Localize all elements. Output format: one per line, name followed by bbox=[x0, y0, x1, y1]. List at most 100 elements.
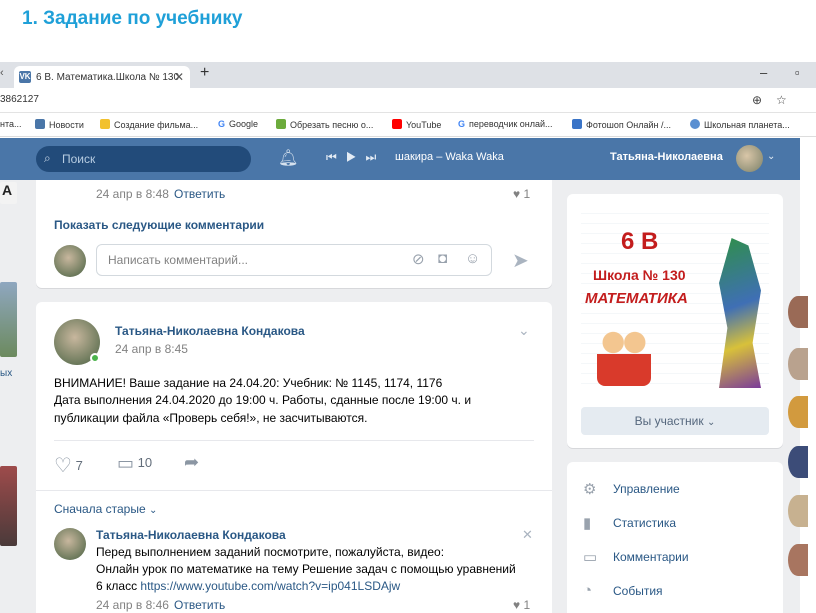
search-icon: ⌕ bbox=[44, 151, 51, 165]
player-controls[interactable]: ⏮︎▶︎⏭︎ bbox=[326, 150, 385, 165]
maximize-icon[interactable]: ▫ bbox=[795, 65, 800, 80]
show-more-comments-link[interactable]: Показать следующие комментарии bbox=[54, 218, 264, 232]
left-thumb-label: A bbox=[0, 182, 17, 204]
like-button[interactable]: ♡ 7 bbox=[54, 453, 83, 478]
cover-subject-label: МАТЕМАТИКА bbox=[585, 290, 688, 307]
comments-button[interactable]: ▭ 10 bbox=[117, 453, 152, 474]
attach-icon[interactable]: ⊘ bbox=[412, 250, 425, 268]
bookmark-item[interactable]: YouTube bbox=[392, 119, 441, 130]
film-icon bbox=[100, 119, 110, 129]
bookmark-item[interactable]: Новости bbox=[35, 119, 84, 130]
now-playing-track[interactable]: шакира – Waka Waka bbox=[395, 151, 504, 163]
bookmark-item[interactable]: G Google bbox=[218, 119, 258, 129]
share-icon[interactable]: ➦ bbox=[184, 452, 199, 473]
member-button[interactable]: Вы участник ⌄ bbox=[581, 407, 769, 435]
tab-scroll-left-icon[interactable]: ‹ bbox=[0, 67, 4, 79]
bookmark-item[interactable]: Фотошоп Онлайн /... bbox=[572, 119, 671, 130]
post-author[interactable]: Татьяна-Николаевна Кондакова bbox=[115, 324, 305, 338]
comment-author-avatar[interactable] bbox=[54, 528, 86, 560]
browser-tab[interactable]: VK 6 В. Математика.Школа № 130 ✕ bbox=[14, 66, 190, 88]
google-icon: G bbox=[218, 119, 226, 129]
photoshop-icon bbox=[572, 119, 582, 129]
friend-avatar[interactable] bbox=[788, 446, 808, 478]
post-date[interactable]: 24 апр в 8:45 bbox=[115, 342, 188, 356]
bookmark-item[interactable]: Школьная планета... bbox=[690, 119, 790, 130]
reply-link[interactable]: Ответить bbox=[174, 598, 225, 612]
comment-like-button[interactable]: ♥ 1 bbox=[513, 187, 530, 201]
minimize-icon[interactable]: – bbox=[760, 65, 767, 80]
comment-date: 24 апр в 8:48 bbox=[96, 187, 169, 201]
left-link-fragment[interactable]: ых bbox=[0, 368, 12, 379]
youtube-icon bbox=[392, 119, 402, 129]
community-cover-image[interactable]: 6 В Школа № 130 МАТЕМАТИКА bbox=[581, 208, 769, 393]
bookmark-item[interactable]: Обрезать песню о... bbox=[276, 119, 373, 130]
bookmark-star-icon[interactable]: ☆ bbox=[776, 93, 787, 107]
menu-item-label[interactable]: События bbox=[613, 584, 663, 598]
close-icon[interactable]: ✕ bbox=[522, 527, 533, 543]
bookmarks-bar: нта... Новости Создание фильма... G Googl… bbox=[0, 113, 816, 137]
google-icon: G bbox=[458, 119, 466, 129]
new-tab-icon[interactable]: + bbox=[200, 64, 209, 82]
friend-avatar[interactable] bbox=[788, 296, 808, 328]
next-track-icon[interactable]: ⏭︎ bbox=[366, 150, 386, 164]
left-thumb-image[interactable] bbox=[0, 466, 17, 546]
cover-school-label: Школа № 130 bbox=[593, 267, 686, 283]
chevron-down-icon: ⌄ bbox=[706, 417, 716, 428]
search-input[interactable]: ⌕ Поиск bbox=[36, 146, 251, 172]
chevron-down-icon[interactable]: ⌄ bbox=[767, 151, 775, 162]
youtube-link[interactable]: https://www.youtube.com/watch?v=ip041LSD… bbox=[140, 579, 400, 593]
slide-title: 1. Задание по учебнику bbox=[22, 8, 243, 29]
user-name[interactable]: Татьяна-Николаевна bbox=[610, 151, 723, 163]
comment-icon: ▭ bbox=[583, 549, 598, 566]
emoji-icon[interactable]: ☺︎ bbox=[465, 250, 480, 267]
bell-icon[interactable]: 🔔︎ bbox=[278, 148, 298, 168]
menu-item-label[interactable]: Управление bbox=[613, 482, 680, 496]
friend-avatar[interactable] bbox=[788, 544, 808, 576]
sort-comments-dropdown[interactable]: Сначала старые ⌄ bbox=[54, 502, 157, 516]
comment-input[interactable]: Написать комментарий... ⊘ ◘ ☺︎ bbox=[96, 244, 492, 276]
tab-title: 6 В. Математика.Школа № 130 bbox=[36, 72, 180, 83]
menu-item-events[interactable]: ◔ bbox=[583, 582, 592, 600]
comment-author[interactable]: Татьяна-Николаевна Кондакова bbox=[96, 528, 286, 542]
events-icon: ◔ bbox=[583, 582, 593, 599]
url-text[interactable]: 3862127 bbox=[0, 94, 39, 105]
heart-icon: ♥ bbox=[513, 187, 521, 201]
bookmark-item[interactable]: Gпереводчик онлай... bbox=[458, 119, 553, 129]
post-menu-chevron-icon[interactable]: ⌄ bbox=[518, 322, 530, 339]
menu-item-stats[interactable]: ▮ bbox=[583, 514, 591, 533]
friend-avatar[interactable] bbox=[788, 495, 808, 527]
user-avatar[interactable] bbox=[736, 145, 763, 172]
planet-icon bbox=[690, 119, 700, 129]
bookmark-item[interactable]: Создание фильма... bbox=[100, 119, 198, 130]
comment-text-line: Перед выполнением заданий посмотрите, по… bbox=[96, 545, 445, 559]
community-menu-card: ⚙︎ Управление ▮ Статистика ▭ Комментарии… bbox=[567, 462, 783, 613]
previous-track-icon[interactable]: ⏮︎ bbox=[326, 150, 346, 164]
menu-item-label[interactable]: Комментарии bbox=[613, 550, 689, 564]
bookmark-item[interactable]: нта... bbox=[0, 119, 22, 129]
kids-illustration bbox=[597, 328, 651, 386]
community-cover-card: 6 В Школа № 130 МАТЕМАТИКА Вы участник ⌄ bbox=[567, 194, 783, 448]
comment-like-button[interactable]: ♥ 1 bbox=[513, 598, 530, 612]
send-icon[interactable]: ➤ bbox=[512, 248, 529, 273]
left-thumb-image[interactable] bbox=[0, 282, 17, 357]
friend-avatar[interactable] bbox=[788, 348, 808, 380]
comment-date: 24 апр в 8:46 bbox=[96, 598, 169, 612]
chevron-down-icon: ⌄ bbox=[149, 505, 158, 516]
vk-header: ⌕ Поиск 🔔︎ ⏮︎▶︎⏭︎ шакира – Waka Waka Тат… bbox=[0, 138, 800, 180]
reply-link[interactable]: Ответить bbox=[174, 187, 225, 201]
post-text-line: публикации файла «Проверь себя!», не зас… bbox=[54, 411, 368, 425]
left-partial-column: A ых bbox=[0, 180, 18, 613]
comment-icon: ▭ bbox=[117, 453, 135, 473]
post-text-line: ВНИМАНИЕ! Ваше задание на 24.04.20: Учеб… bbox=[54, 376, 443, 390]
menu-item-manage[interactable]: ⚙︎ bbox=[583, 480, 596, 499]
play-icon[interactable]: ▶︎ bbox=[346, 150, 366, 164]
camera-icon[interactable]: ◘ bbox=[438, 250, 447, 267]
cover-class-label: 6 В bbox=[621, 228, 659, 255]
menu-item-comments[interactable]: ▭ bbox=[583, 548, 597, 567]
zoom-icon[interactable]: ⊕ bbox=[752, 93, 762, 107]
tab-close-icon[interactable]: ✕ bbox=[174, 70, 184, 84]
menu-item-label[interactable]: Статистика bbox=[613, 516, 676, 530]
comment-text-line: Онлайн урок по математике на тему Решени… bbox=[96, 562, 516, 576]
address-bar[interactable]: 3862127 ⊕ ☆ bbox=[0, 88, 816, 113]
friend-avatar[interactable] bbox=[788, 396, 808, 428]
